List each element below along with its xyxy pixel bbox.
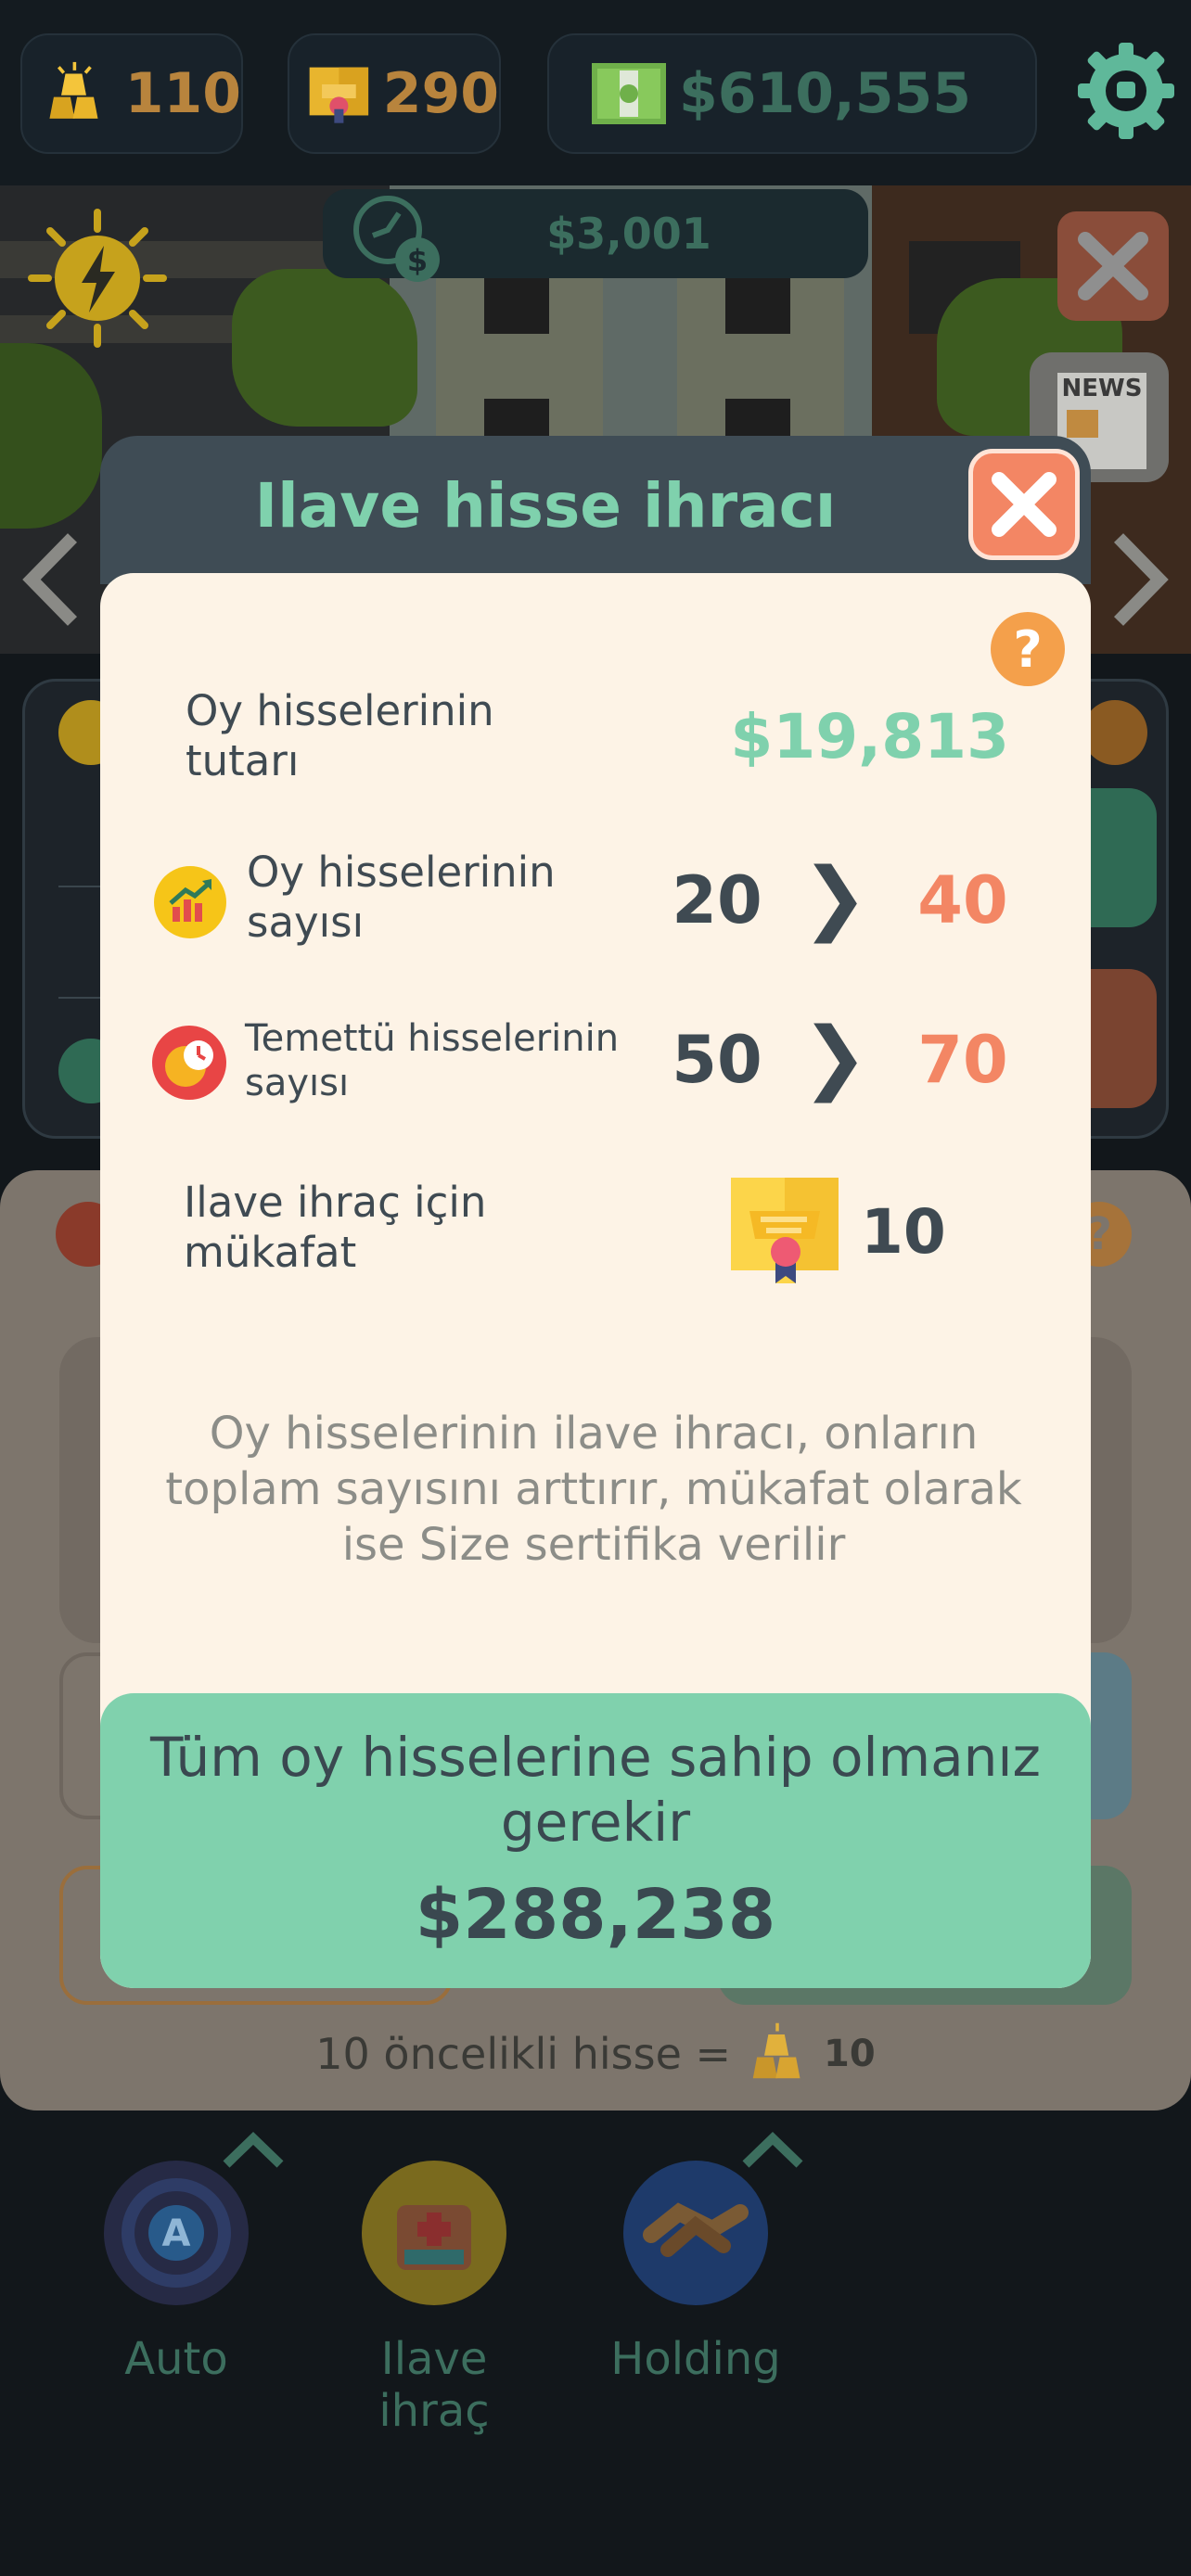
gold-bars-icon bbox=[49, 61, 98, 119]
income-value: $3,001 bbox=[546, 209, 711, 259]
energy-boost-button[interactable] bbox=[28, 209, 167, 348]
close-icon bbox=[1078, 232, 1148, 300]
nav-additional-issue-label: Ilave ihraç bbox=[378, 2333, 490, 2437]
svg-text:A: A bbox=[162, 2213, 191, 2255]
income-clock-icon: $ bbox=[353, 196, 440, 282]
shares-amount-label: Oy hisselerinin tutarı bbox=[186, 686, 494, 785]
nav-auto[interactable]: A Auto bbox=[65, 2132, 288, 2385]
next-company-button[interactable] bbox=[1108, 529, 1172, 631]
scene-close-button[interactable] bbox=[1057, 211, 1169, 321]
gold-bars-icon bbox=[752, 2022, 800, 2079]
certificate-icon bbox=[731, 1178, 839, 1283]
issue-shares-button[interactable]: Tüm oy hisselerine sahip olmanız gerekir… bbox=[100, 1693, 1091, 1988]
cash-icon bbox=[592, 63, 666, 124]
voting-shares-from: 20 bbox=[672, 862, 762, 938]
top-bar: 110 290 $610,555 bbox=[0, 0, 1191, 185]
handshake-icon bbox=[623, 2132, 803, 2305]
chevron-left-icon bbox=[22, 533, 78, 626]
dividend-shares-from: 50 bbox=[672, 1022, 762, 1098]
income-bar: $ $3,001 bbox=[323, 189, 868, 282]
voting-shares-icon bbox=[154, 866, 226, 938]
lightning-icon bbox=[28, 209, 167, 348]
gear-icon bbox=[1078, 43, 1174, 139]
certificate-icon bbox=[309, 67, 369, 123]
modal-close-button[interactable] bbox=[968, 449, 1080, 560]
modal-description: Oy hisselerinin ilave ihracı, onların to… bbox=[165, 1408, 1022, 1571]
issue-price: $288,238 bbox=[415, 1875, 776, 1955]
modal-header: Ilave hisse ihracı bbox=[100, 436, 1091, 584]
settings-button[interactable] bbox=[1076, 41, 1176, 141]
voting-shares-label: Oy hisselerinin sayısı bbox=[247, 848, 556, 947]
priority-text: 10 öncelikli hisse = bbox=[315, 2029, 732, 2079]
dividend-shares-to: 70 bbox=[917, 1022, 1008, 1098]
cash-amount: $610,555 bbox=[679, 61, 972, 126]
shares-amount-value: $19,813 bbox=[730, 701, 1009, 772]
svg-text:$: $ bbox=[407, 243, 428, 278]
reward-label: Ilave ihraç için mükafat bbox=[184, 1178, 487, 1277]
dividend-arrow-icon: ❯ bbox=[800, 1011, 869, 1103]
voting-shares-to: 40 bbox=[917, 862, 1008, 938]
close-icon bbox=[992, 472, 1057, 537]
priority-value: 10 bbox=[824, 2033, 876, 2075]
certificates-counter[interactable]: 290 bbox=[288, 33, 501, 154]
news-label: NEWS bbox=[1061, 375, 1143, 402]
priority-shares-info: 10 öncelikli hisse = 10 bbox=[0, 2021, 1191, 2086]
chevron-up-icon bbox=[223, 2132, 284, 2168]
chevron-up-icon bbox=[742, 2132, 803, 2168]
modal-help-button[interactable]: ? bbox=[991, 612, 1065, 686]
nav-auto-label: Auto bbox=[124, 2333, 228, 2385]
issue-requirement-text: Tüm oy hisselerine sahip olmanız gerekir bbox=[150, 1726, 1041, 1854]
reward-value: 10 bbox=[861, 1196, 946, 1268]
dividend-shares-icon bbox=[152, 1026, 226, 1100]
nav-holding[interactable]: Holding bbox=[584, 2132, 807, 2385]
nav-holding-label: Holding bbox=[610, 2333, 781, 2385]
panel-help-icon bbox=[1082, 700, 1147, 765]
prev-company-button[interactable] bbox=[19, 529, 83, 631]
steering-wheel-icon: A bbox=[104, 2132, 284, 2305]
cash-counter[interactable]: $610,555 bbox=[547, 33, 1037, 154]
gold-counter[interactable]: 110 bbox=[20, 33, 243, 154]
dividend-shares-label: Temettü hisselerinin sayısı bbox=[245, 1017, 620, 1104]
chevron-right-icon bbox=[1113, 533, 1169, 626]
voting-arrow-icon: ❯ bbox=[800, 851, 869, 944]
first-aid-kit-icon bbox=[362, 2161, 506, 2305]
gold-amount: 110 bbox=[124, 61, 241, 126]
nav-additional-issue[interactable]: Ilave ihraç bbox=[323, 2161, 545, 2437]
certificates-amount: 290 bbox=[382, 61, 499, 126]
modal-title: Ilave hisse ihracı bbox=[254, 469, 837, 542]
